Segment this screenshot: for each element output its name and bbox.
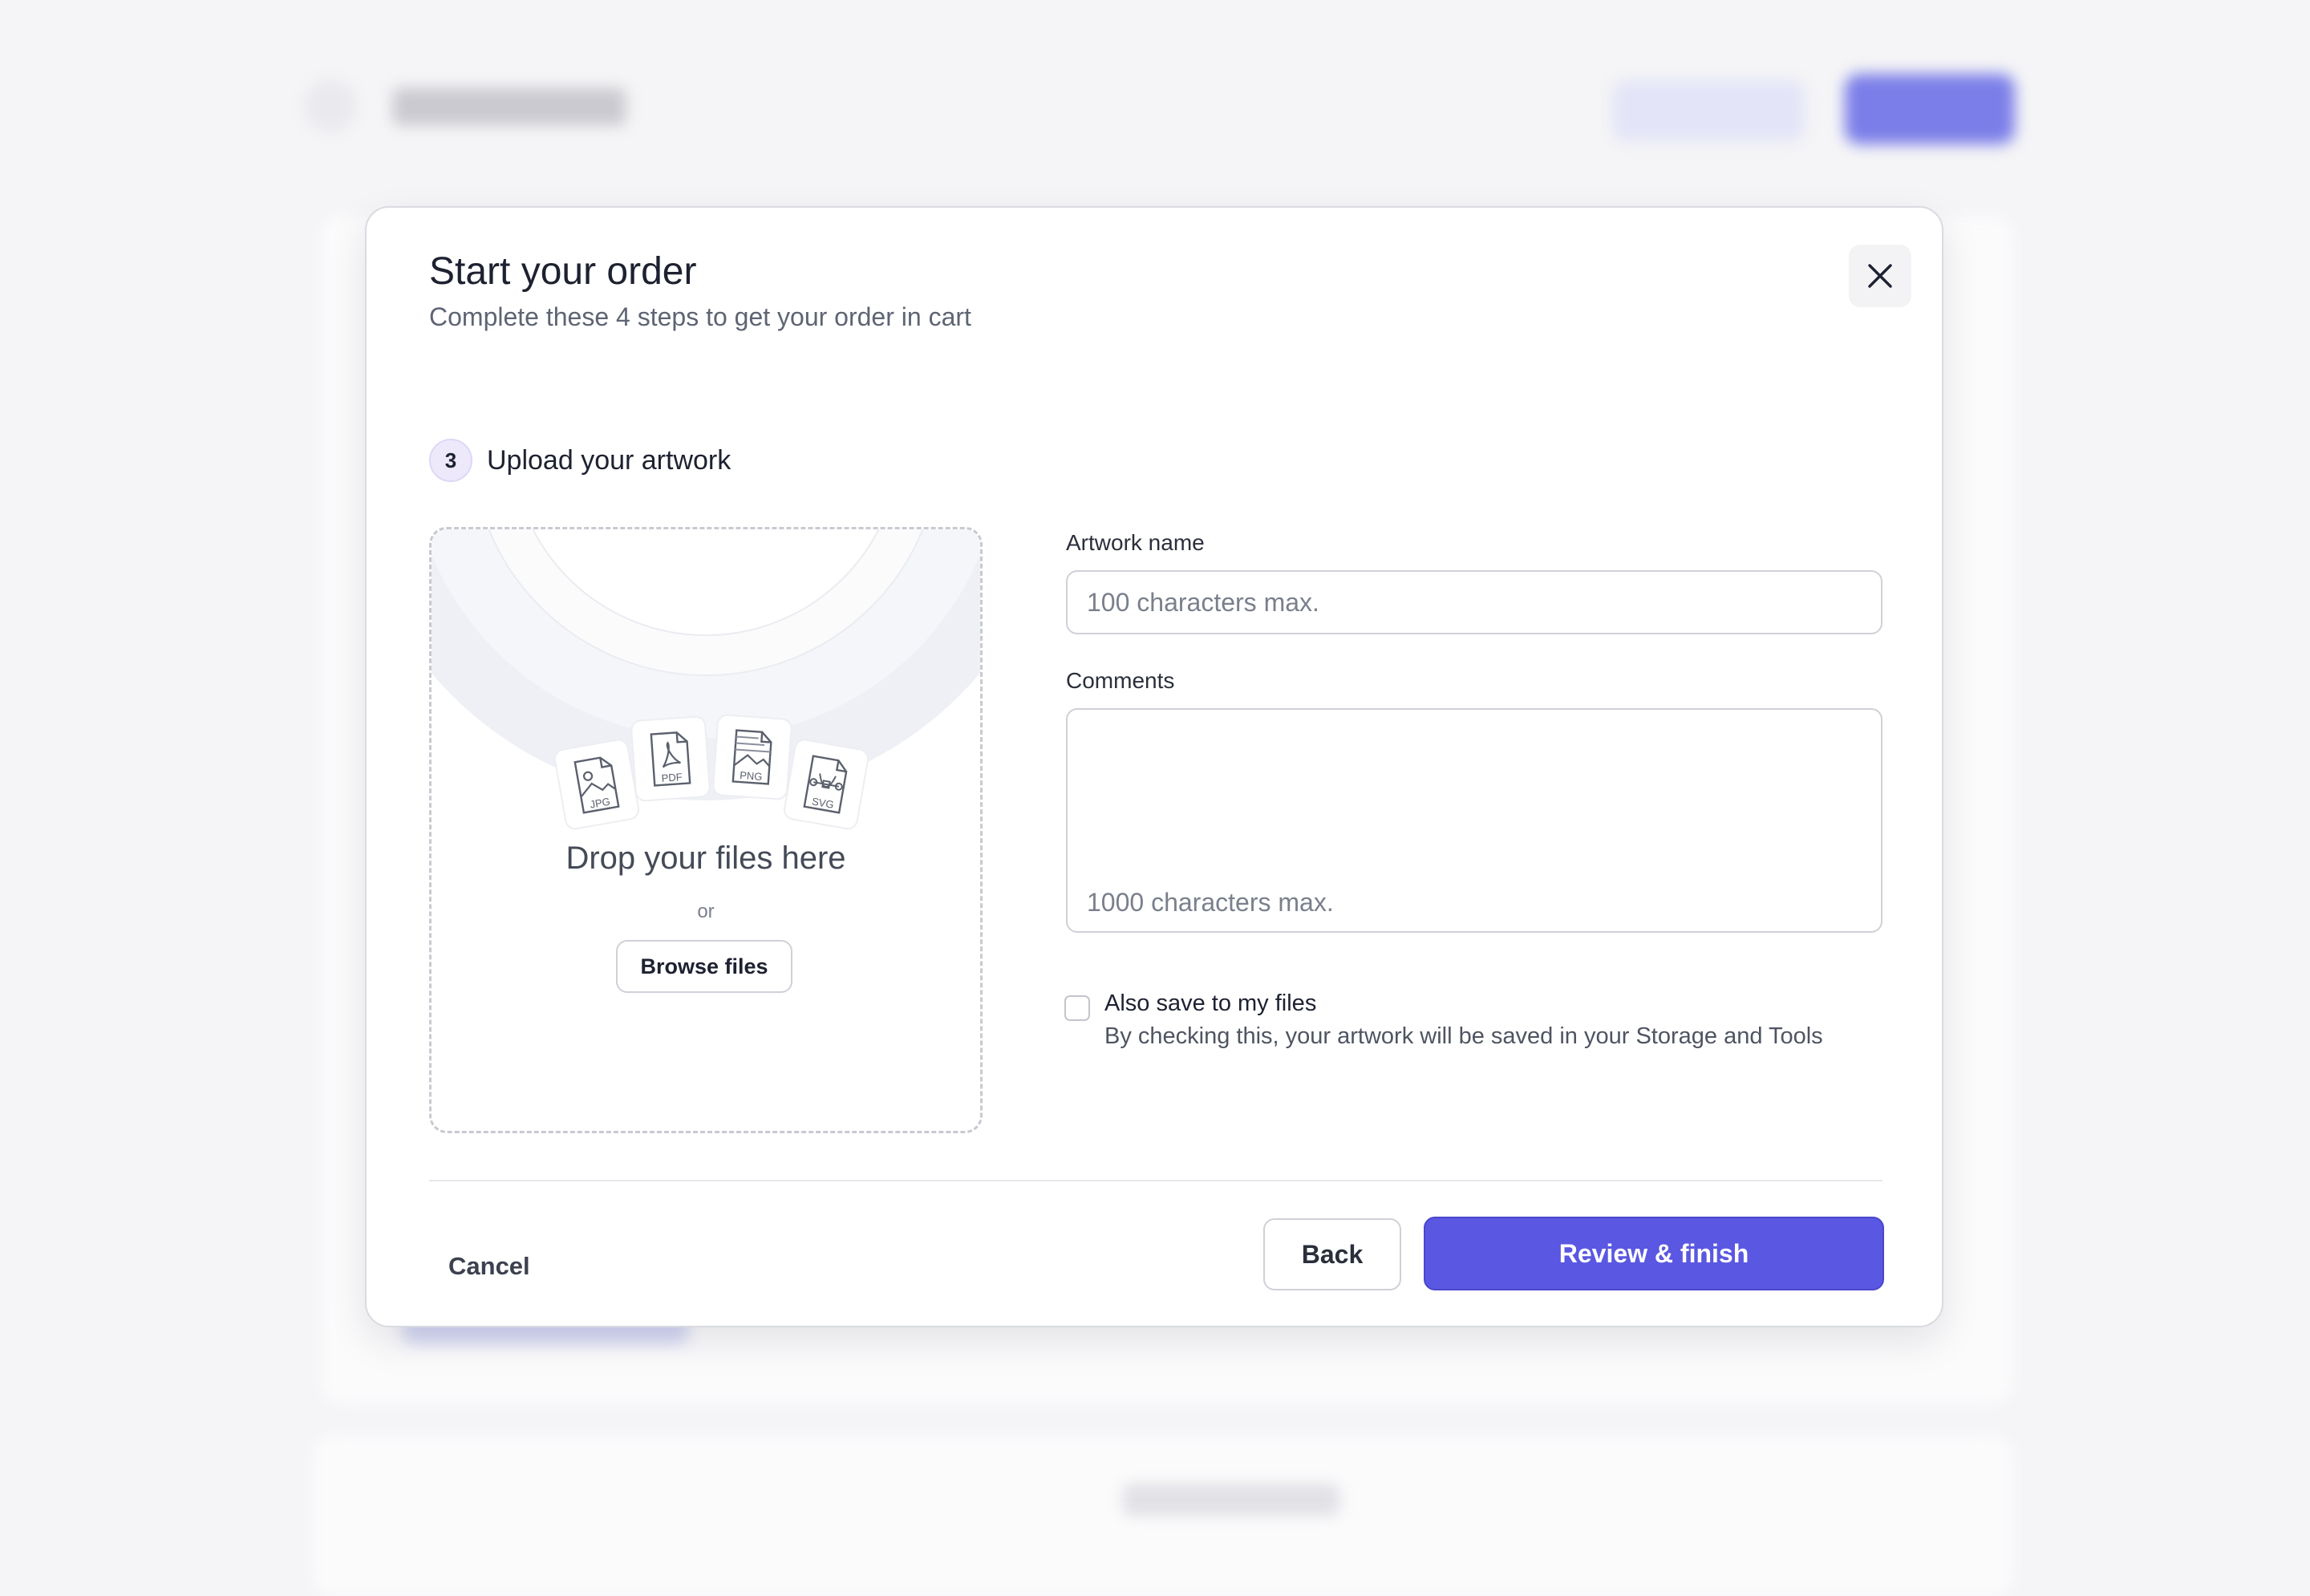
comments-label: Comments [1066, 668, 1175, 693]
cancel-button[interactable]: Cancel [448, 1252, 530, 1281]
background-card-lower [313, 1436, 2013, 1596]
dropzone-title: Drop your files here [565, 841, 846, 876]
save-to-files-checkbox[interactable] [1064, 995, 1090, 1021]
dropzone-or-text: or [697, 901, 715, 922]
order-modal: Start your order Complete these 4 steps … [365, 206, 1943, 1327]
background-title [393, 88, 626, 125]
step-number-badge: 3 [429, 439, 472, 482]
browse-files-button[interactable]: Browse files [616, 940, 792, 993]
background-back-icon [305, 80, 356, 132]
comments-placeholder: 1000 characters max. [1087, 888, 1334, 917]
artwork-name-placeholder: 100 characters max. [1087, 588, 1319, 617]
back-button[interactable]: Back [1263, 1218, 1401, 1290]
dropzone-illustration: JPG PDF PNG SVG [432, 529, 980, 830]
comments-textarea[interactable]: 1000 characters max. [1066, 708, 1882, 933]
review-finish-button[interactable]: Review & finish [1424, 1217, 1884, 1290]
background-primary-button [1845, 74, 2015, 144]
close-button[interactable] [1849, 245, 1911, 307]
pdf-file-icon: PDF [630, 715, 711, 802]
file-dropzone[interactable]: JPG PDF PNG SVG Drop your files here or … [429, 527, 983, 1133]
jpg-file-icon: JPG [553, 739, 640, 830]
png-label: PNG [740, 769, 763, 783]
footer-divider [429, 1180, 1882, 1181]
modal-title: Start your order [429, 250, 697, 293]
artwork-name-label: Artwork name [1066, 530, 1205, 555]
modal-subtitle: Complete these 4 steps to get your order… [429, 302, 971, 331]
close-icon [1868, 264, 1892, 288]
png-file-icon: PNG [712, 714, 792, 800]
background-secondary-button [1612, 80, 1805, 141]
step-label: Upload your artwork [487, 444, 732, 476]
background-pill [1123, 1484, 1339, 1516]
svg-file-icon: SVG [783, 739, 869, 830]
save-to-files-description: By checking this, your artwork will be s… [1104, 1023, 1823, 1049]
artwork-name-input[interactable]: 100 characters max. [1066, 570, 1882, 634]
pdf-label: PDF [661, 771, 683, 784]
step-indicator: 3 Upload your artwork [429, 439, 731, 482]
save-to-files-label[interactable]: Also save to my files [1104, 990, 1316, 1017]
